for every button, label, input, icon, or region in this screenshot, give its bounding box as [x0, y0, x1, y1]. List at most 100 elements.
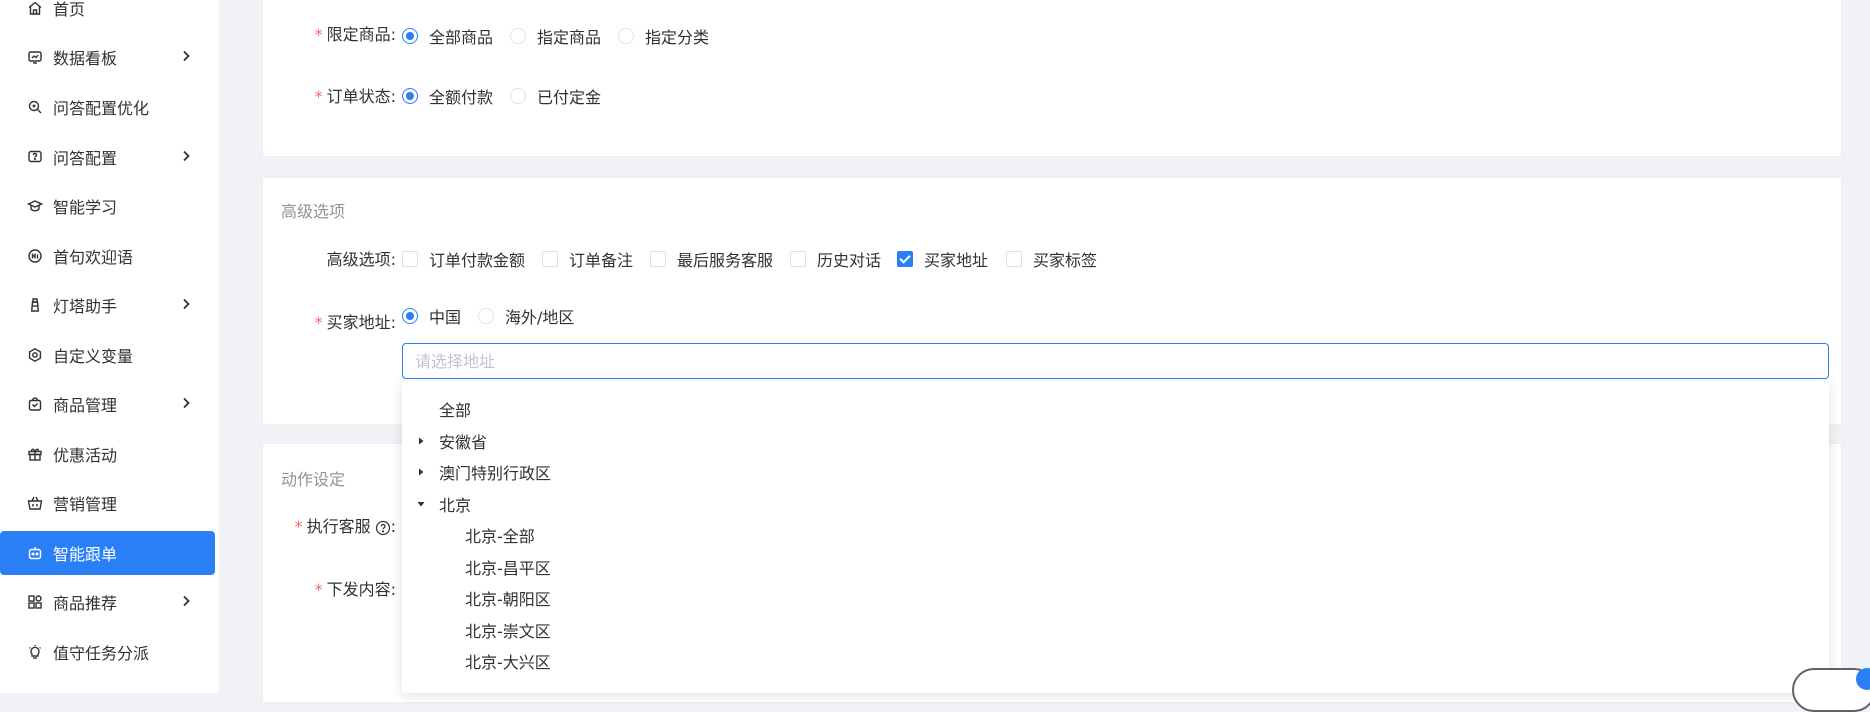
dashboard-icon [26, 48, 44, 66]
sidebar-item-goods-recommend[interactable]: 商品推荐 [0, 580, 215, 624]
sidebar: 首页 数据看板 问答配置优化 问答配置 智能学习 首句欢迎语 灯塔助手 自定义变… [0, 0, 219, 693]
advanced-card-title: 高级选项 [281, 202, 346, 221]
sidebar-item-dashboard[interactable]: 数据看板 [0, 35, 215, 79]
shopping-bag-icon [26, 395, 44, 413]
sidebar-item-marketing[interactable]: 营销管理 [0, 481, 215, 525]
radio-all-goods[interactable]: 全部商品 [402, 24, 493, 48]
sidebar-item-goods-manage[interactable]: 商品管理 [0, 382, 215, 426]
tree-node-all[interactable]: 全部 [439, 397, 471, 421]
advanced-options-label: 高级选项: [326, 250, 396, 269]
radio-dot [510, 28, 526, 44]
checkbox-label: 买家地址 [924, 251, 989, 270]
question-chat-icon [26, 148, 44, 166]
chevron-right-icon [183, 595, 190, 607]
caret-down-icon[interactable] [417, 500, 425, 508]
sidebar-item-custom-variable[interactable]: 自定义变量 [0, 333, 215, 377]
sidebar-item-home[interactable]: 首页 [0, 0, 215, 30]
sidebar-item-label: 商品推荐 [53, 594, 118, 613]
sidebar-item-lighthouse[interactable]: 灯塔助手 [0, 283, 215, 327]
basic-conditions-card [262, 0, 1842, 157]
tree-node-beijing-all[interactable]: 北京-全部 [465, 523, 535, 547]
settings-ring-icon [26, 346, 44, 364]
checkbox-label: 历史对话 [817, 251, 882, 270]
address-select-input[interactable] [402, 343, 1829, 379]
radio-specified-goods[interactable]: 指定商品 [510, 24, 601, 48]
checkbox-label: 最后服务客服 [677, 251, 774, 270]
radio-specified-category[interactable]: 指定分类 [618, 24, 709, 48]
sidebar-item-label: 首页 [53, 0, 86, 19]
radio-full-payment[interactable]: 全额付款 [402, 84, 493, 108]
sidebar-item-duty-dispatch[interactable]: 值守任务分派 [0, 630, 215, 674]
sidebar-item-promotion[interactable]: 优惠活动 [0, 432, 215, 476]
buyer-address-label: * 买家地址: [314, 313, 396, 332]
radio-label: 海外/地区 [505, 308, 575, 327]
sidebar-item-welcome[interactable]: 首句欢迎语 [0, 234, 215, 278]
tree-node-beijing-chongwen[interactable]: 北京-崇文区 [465, 618, 551, 642]
tree-node-label: 全部 [439, 401, 472, 420]
sidebar-item-smart-follow[interactable]: 智能跟单 [0, 531, 215, 575]
radio-deposit-paid[interactable]: 已付定金 [510, 84, 601, 108]
grid-apps-icon [26, 593, 44, 611]
radio-dot [510, 88, 526, 104]
tree-node-label: 北京-全部 [465, 527, 535, 546]
radio-label: 已付定金 [537, 88, 602, 107]
checkbox-label: 订单付款金额 [429, 251, 526, 270]
robot-icon [26, 544, 44, 562]
sidebar-item-label: 智能跟单 [53, 545, 118, 564]
tree-node-label: 北京-大兴区 [465, 653, 551, 672]
hi-badge-icon [26, 247, 44, 265]
address-tree-dropdown: 全部 安徽省 澳门特别行政区 北京 北京-全部 北京-昌平区 北京-朝阳区 北京… [402, 381, 1829, 693]
sidebar-item-label: 值守任务分派 [53, 644, 150, 663]
checkbox-buyer-address[interactable]: 买家地址 [897, 247, 988, 271]
graduation-cap-icon [26, 197, 44, 215]
sidebar-item-label: 智能学习 [53, 198, 118, 217]
search-zoom-icon [26, 98, 44, 116]
action-card-title: 动作设定 [281, 470, 346, 489]
bulb-icon [26, 643, 44, 661]
radio-dot [478, 308, 494, 324]
radio-dot [618, 28, 634, 44]
tree-node-beijing-chaoyang[interactable]: 北京-朝阳区 [465, 586, 551, 610]
sidebar-item-label: 商品管理 [53, 396, 118, 415]
tree-node-label: 澳门特别行政区 [439, 464, 552, 483]
checkbox-box [1006, 251, 1022, 267]
sidebar-item-label: 首句欢迎语 [53, 248, 134, 267]
radio-label: 中国 [429, 308, 462, 327]
tree-node-beijing[interactable]: 北京 [417, 492, 471, 516]
sidebar-item-qa-optimize[interactable]: 问答配置优化 [0, 85, 215, 129]
checkbox-label: 买家标签 [1033, 251, 1098, 270]
sidebar-item-label: 数据看板 [53, 49, 118, 68]
chevron-right-icon [183, 150, 190, 162]
sidebar-item-label: 优惠活动 [53, 446, 118, 465]
chevron-right-icon [183, 50, 190, 62]
sidebar-item-qa-config[interactable]: 问答配置 [0, 135, 215, 179]
caret-right-icon[interactable] [417, 468, 425, 476]
content-label: * 下发内容: [314, 580, 396, 599]
checkbox-box [790, 251, 806, 267]
tree-node-beijing-daxing[interactable]: 北京-大兴区 [465, 649, 551, 673]
radio-china[interactable]: 中国 [402, 304, 461, 328]
radio-label: 指定分类 [645, 28, 710, 47]
gift-icon [26, 445, 44, 463]
tree-node-anhui[interactable]: 安徽省 [417, 429, 487, 453]
sidebar-item-label: 问答配置 [53, 149, 118, 168]
tree-node-label: 北京 [439, 496, 472, 515]
checkbox-box [897, 251, 913, 267]
tree-node-macau[interactable]: 澳门特别行政区 [417, 460, 551, 484]
checkbox-order-amount[interactable]: 订单付款金额 [402, 247, 525, 271]
checkbox-last-service[interactable]: 最后服务客服 [650, 247, 773, 271]
tree-node-beijing-changping[interactable]: 北京-昌平区 [465, 555, 551, 579]
checkbox-order-note[interactable]: 订单备注 [542, 247, 633, 271]
checkbox-history-chat[interactable]: 历史对话 [790, 247, 881, 271]
radio-overseas[interactable]: 海外/地区 [478, 304, 574, 328]
sidebar-item-label: 灯塔助手 [53, 297, 118, 316]
basket-icon [26, 494, 44, 512]
radio-dot [402, 28, 418, 44]
sidebar-item-smart-learning[interactable]: 智能学习 [0, 184, 215, 228]
lighthouse-icon [26, 296, 44, 314]
chevron-right-icon [183, 298, 190, 310]
checkbox-buyer-tag[interactable]: 买家标签 [1006, 247, 1097, 271]
radio-label: 全额付款 [429, 88, 494, 107]
help-circle-icon[interactable] [375, 520, 391, 536]
caret-right-icon[interactable] [417, 437, 425, 445]
